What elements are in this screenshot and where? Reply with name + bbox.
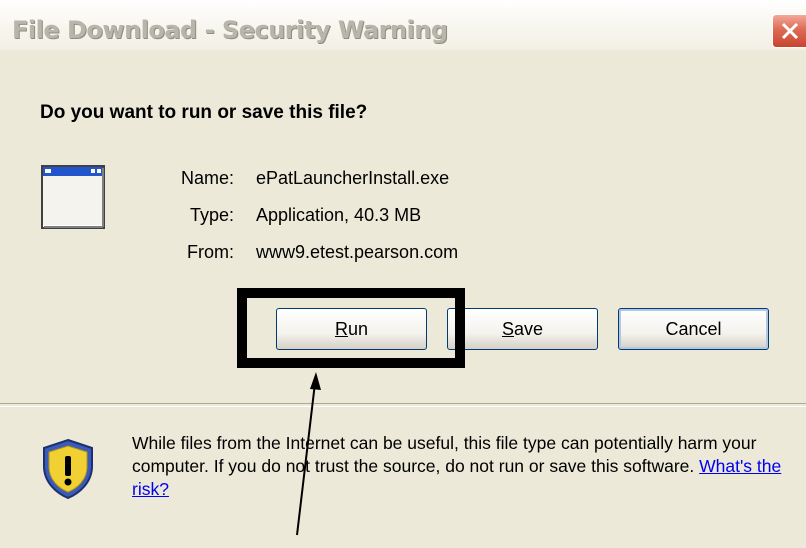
annotation-arrow [296,372,321,536]
file-download-dialog: File Download - Security Warning Do you … [0,0,806,548]
